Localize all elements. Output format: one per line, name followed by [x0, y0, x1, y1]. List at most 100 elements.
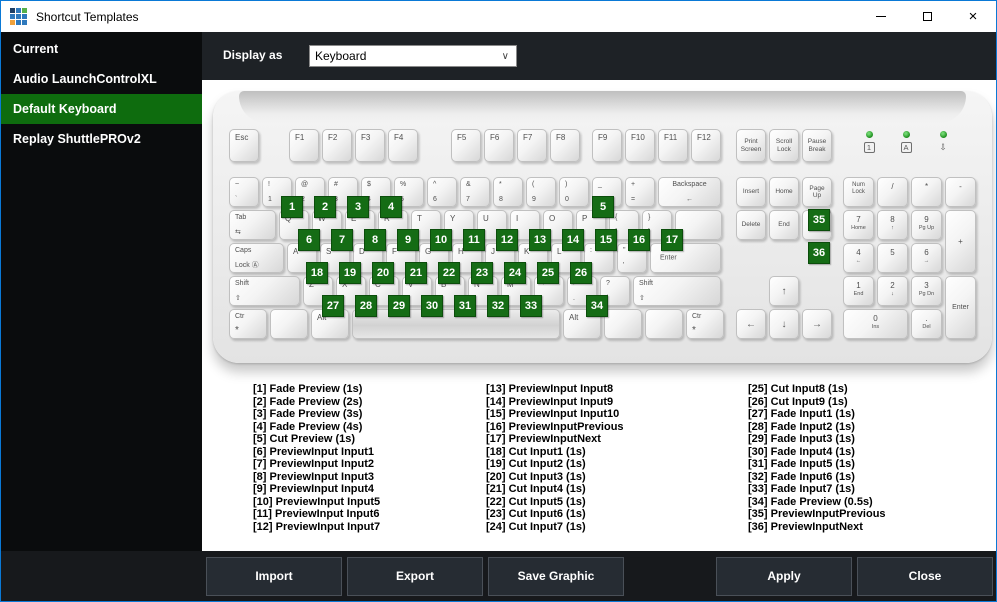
fkey-group-3: F9 F10 F11 F12	[592, 129, 721, 162]
legend-entry: [25] Cut Input8 (1s)	[748, 383, 848, 395]
shortcut-badge-24: 24	[504, 262, 526, 284]
legend-entry: [19] Cut Input2 (1s)	[486, 458, 586, 470]
save-graphic-button[interactable]: Save Graphic	[488, 556, 624, 596]
key-9: 9 Pg Up	[911, 210, 942, 240]
key-home: Home	[769, 177, 799, 207]
legend-entry: [7] PreviewInput Input2	[253, 458, 375, 470]
function-row: Esc F1 F2 F3 F4 F5 F6 F7 F8 F9 F10 F11 F12	[229, 129, 724, 162]
key-2: 2 ↓	[877, 276, 908, 306]
shortcut-badge-20: 20	[372, 262, 394, 284]
led-icon-a: A	[900, 142, 912, 153]
key-row: ~`!11@22#33$44%5^6&7*8(9)05_-+=Backspace…	[229, 177, 724, 218]
shortcut-badge-31: 31	[454, 295, 476, 317]
key-6: 6 →	[911, 243, 942, 273]
key-f11: F11	[658, 129, 688, 162]
sidebar-item-default-keyboard[interactable]: Default Keyboard	[1, 94, 202, 124]
shortcut-badge-18: 18	[306, 262, 328, 284]
key-1: ! 1 1	[262, 177, 303, 218]
export-button[interactable]: Export	[347, 556, 483, 596]
key-pause-break: Pause Break	[802, 129, 832, 162]
key-5: 5	[877, 243, 908, 273]
legend-entry: [20] Cut Input3 (1s)	[486, 470, 586, 483]
legend-entry: [4] Fade Preview (4s)	[253, 420, 363, 433]
key-4: 4 ←	[843, 243, 874, 273]
main-rows: ~`!11@22#33$44%5^6&7*8(9)05_-+=Backspace…	[229, 177, 724, 339]
keyboard-numpad-block: 1 A ⇩ Num Lock / * - 7 Home 8 ↑ 9 Pg Up +4 ← 5 6 → 1 End 2 ↓ 3…	[843, 129, 976, 339]
key-f12: F12	[691, 129, 721, 162]
key-f9: F9	[592, 129, 622, 162]
led-icon-blank: ⇩	[939, 142, 947, 152]
legend-entry: [3] Fade Preview (3s)	[253, 408, 363, 420]
led-indicators: 1 A ⇩	[843, 129, 976, 162]
shortcut-badge-3: 3	[347, 196, 369, 218]
key-blank: +	[945, 210, 976, 273]
apply-button[interactable]: Apply	[716, 556, 852, 596]
key-esc: Esc	[229, 129, 259, 162]
key-7: & 7	[460, 177, 490, 207]
legend-entry: [15] PreviewInput Input10	[486, 408, 620, 420]
legend-entry: [24] Cut Input7 (1s)	[486, 520, 586, 533]
window-title: Shortcut Templates	[36, 9, 139, 24]
titlebar: Shortcut Templates ×	[1, 1, 996, 32]
sidebar-item-audio-launchcontrolxl[interactable]: Audio LaunchControlXL	[1, 64, 202, 94]
key-row: Ctr * Alt Alt Ctr *	[229, 309, 724, 339]
key-f8: F8	[550, 129, 580, 162]
key-blank: -	[945, 177, 976, 207]
key-shift: Shift ⇧	[633, 276, 721, 306]
display-as-dropdown[interactable]: Keyboard ∨	[309, 45, 517, 67]
key-f3: F3	[355, 129, 385, 162]
shortcut-badge-9: 9	[397, 229, 419, 251]
shortcut-badge-32: 32	[487, 295, 509, 317]
led-indicator: ⇩	[931, 129, 955, 162]
key-shift: Shift ⇧	[229, 276, 300, 306]
window-controls: ×	[858, 1, 996, 32]
key-f2: F2	[322, 129, 352, 162]
legend-entry: [17] PreviewInputNext	[486, 433, 601, 445]
key-f10: F10	[625, 129, 655, 162]
nav-grid: InsertHomePageUp35DeleteEndPageDown36↑←↓…	[736, 177, 832, 339]
numpad-grid: Num Lock / * - 7 Home 8 ↑ 9 Pg Up +4 ← 5 6 → 1 End 2 ↓ 3 Pg D…	[843, 177, 976, 339]
maximize-icon	[922, 12, 932, 21]
key-f4: F4	[388, 129, 418, 162]
led-icon-1: 1	[863, 142, 875, 153]
keyboard-graphic: EscF1F2F3F4F5F6F7F8F9F10F11F12 ~`!11@22#…	[213, 91, 992, 363]
keyboard-nav-block: Print Screen Scroll Lock Pause Break Insert Ho…	[736, 129, 832, 339]
key-blank: . Del	[911, 309, 942, 339]
minimize-button[interactable]	[858, 1, 904, 32]
shortcut-badge-15: 15	[595, 229, 617, 251]
key-arrow-right: →	[802, 309, 832, 339]
legend-entry: [29] Fade Input3 (1s)	[748, 433, 855, 445]
sidebar-item-replay-shuttleprov2[interactable]: Replay ShuttlePROv2	[1, 124, 202, 154]
shortcut-badge-5: 5	[592, 196, 614, 218]
chevron-down-icon: ∨	[501, 50, 509, 62]
shortcut-badge-30: 30	[421, 295, 443, 317]
shortcut-badge-29: 29	[388, 295, 410, 317]
key-0: 0 Ins	[843, 309, 908, 339]
key-scroll-lock: Scroll Lock	[769, 129, 799, 162]
key-arrow-left: ←	[736, 309, 766, 339]
key-ctr: Ctr *	[686, 309, 724, 339]
maximize-button[interactable]	[904, 1, 950, 32]
key-enter: Enter	[945, 276, 976, 339]
shortcut-badge-4: 4	[380, 196, 402, 218]
close-button[interactable]: Close	[857, 556, 993, 596]
shortcut-badge-25: 25	[537, 262, 559, 284]
key-blank: ~ `	[229, 177, 259, 207]
display-as-value: Keyboard	[315, 49, 367, 63]
key-insert: Insert	[736, 177, 766, 207]
import-button[interactable]: Import	[206, 556, 342, 596]
legend-entry: [27] Fade Input1 (1s)	[748, 408, 855, 420]
legend-column-2: [13] PreviewInput Input8 [14] PreviewInpu…	[486, 383, 624, 533]
sidebar-item-current[interactable]: Current	[1, 34, 202, 64]
shortcut-badge-16: 16	[628, 229, 650, 251]
system-keys-row: Print Screen Scroll Lock Pause Break	[736, 129, 832, 162]
shortcut-badge-33: 33	[520, 295, 542, 317]
legend-entry: [16] PreviewInputPrevious	[486, 420, 624, 433]
footer-bar: Import Export Save Graphic Apply Close	[1, 551, 996, 601]
shortcut-badge-17: 17	[661, 229, 683, 251]
key-blank	[604, 309, 642, 339]
legend-entry: [9] PreviewInput Input4	[253, 483, 375, 495]
close-button[interactable]: ×	[950, 1, 996, 32]
legend-entry: [36] PreviewInputNext	[748, 520, 863, 533]
legend-entry: [13] PreviewInput Input8	[486, 383, 614, 395]
